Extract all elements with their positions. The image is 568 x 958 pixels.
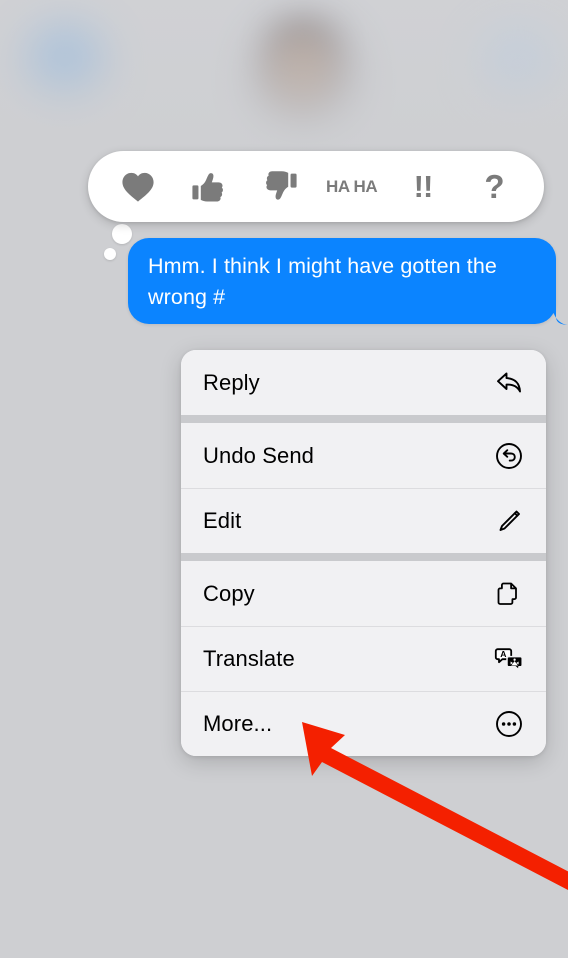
menu-item-label: Edit	[203, 507, 242, 533]
blurred-chat-header	[0, 0, 568, 150]
context-menu-group-1: Reply	[181, 350, 546, 415]
reply-arrow-icon	[494, 368, 524, 398]
context-menu-group-2: Undo Send Edit	[181, 423, 546, 553]
menu-item-undo-send[interactable]: Undo Send	[181, 423, 546, 488]
menu-item-edit[interactable]: Edit	[181, 488, 546, 553]
menu-item-label: Translate	[203, 645, 295, 671]
message-bubble[interactable]: Hmm. I think I might have gotten the wro…	[128, 238, 556, 324]
heart-icon[interactable]	[111, 160, 165, 214]
thumbs-up-icon[interactable]	[182, 160, 236, 214]
question-label: ?	[484, 168, 505, 205]
menu-item-label: More...	[203, 710, 273, 736]
thumbs-down-icon[interactable]	[253, 160, 307, 214]
header-blur-veil	[0, 0, 568, 150]
message-text: Hmm. I think I might have gotten the wro…	[148, 254, 497, 309]
context-menu-separator-gap	[181, 415, 546, 423]
menu-item-more[interactable]: More...	[181, 691, 546, 756]
context-menu-separator-gap	[181, 553, 546, 561]
svg-text:A: A	[500, 649, 506, 659]
copy-documents-icon	[494, 579, 524, 609]
menu-item-reply[interactable]: Reply	[181, 350, 546, 415]
menu-item-copy[interactable]: Copy	[181, 561, 546, 626]
menu-item-translate[interactable]: Translate A	[181, 626, 546, 691]
tapback-reaction-bar[interactable]: HA HA !! ?	[88, 151, 544, 222]
menu-item-label: Undo Send	[203, 442, 314, 468]
tapback-tail-small	[104, 248, 116, 260]
message-bubble-tail	[542, 295, 568, 325]
imessage-context-menu-screen: HA HA !! ? Hmm. I think I might have got…	[0, 0, 568, 958]
translate-bubbles-icon: A	[494, 644, 524, 674]
question-icon[interactable]: ?	[467, 160, 521, 214]
message-bubble-wrapper: Hmm. I think I might have gotten the wro…	[128, 238, 568, 325]
menu-item-label: Copy	[203, 580, 255, 606]
haha-icon[interactable]: HA HA	[325, 160, 379, 214]
haha-label: HA HA	[326, 176, 378, 196]
pencil-icon	[494, 506, 524, 536]
undo-circle-icon	[494, 441, 524, 471]
exclamation-label: !!	[413, 169, 434, 204]
exclamation-icon[interactable]: !!	[396, 160, 450, 214]
context-menu-group-3: Copy Translate A More...	[181, 561, 546, 756]
ellipsis-circle-icon	[494, 709, 524, 739]
message-context-menu[interactable]: Reply Undo Send Edit Copy Translate A Mo…	[181, 350, 546, 756]
menu-item-label: Reply	[203, 369, 260, 395]
